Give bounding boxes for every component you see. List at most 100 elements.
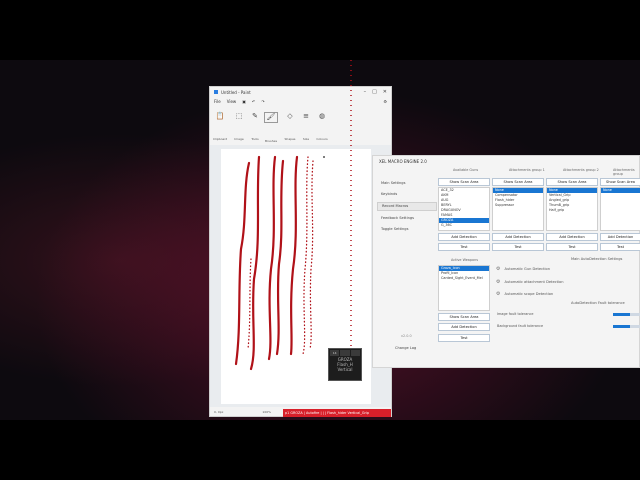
stroke-3 — [267, 155, 277, 361]
image-fault-row: Image fault tolerance — [497, 312, 534, 316]
macro-nav: Main Settings Keybinds Record Macros Fee… — [377, 180, 437, 237]
group1-header: Attachments group 1 — [509, 168, 545, 172]
clipboard-icon: 📋 — [215, 112, 225, 120]
test-button-guns[interactable]: Test — [438, 243, 490, 251]
macro-status-bar: p1 GROZA | Autofire | | | Flash_hider Ve… — [283, 409, 391, 417]
fault-tolerance-header: AutoDetection Fault tolerance — [571, 301, 625, 305]
hud-cells: 14 — [329, 349, 361, 357]
nav-keybinds[interactable]: Keybinds — [377, 191, 437, 198]
add-detection-button-g2[interactable]: Add Detection — [546, 233, 598, 241]
list-item-selected[interactable]: None — [601, 188, 640, 193]
macro-window: XEL MACRO ENGINE 2.0 Main Settings Keybi… — [372, 155, 640, 368]
list-item[interactable]: Half_grip — [547, 208, 597, 213]
main-autodetection-header: Main AutoDetection Settings — [571, 257, 623, 261]
background-fault-row: Background fault tolerance — [497, 324, 544, 328]
background-fault-slider[interactable] — [613, 325, 640, 328]
paint-title: Untitled - Paint — [221, 89, 251, 95]
tool-colours[interactable]: ◍ Colours — [315, 112, 329, 141]
background-fault-fill — [613, 325, 630, 328]
nav-record-macros[interactable]: Record Macros — [377, 202, 437, 211]
add-detection-button-g3[interactable]: Add Detection — [600, 233, 640, 241]
letterbox-top — [0, 0, 640, 60]
nav-main-settings[interactable]: Main Settings — [377, 180, 437, 187]
hud-cell — [350, 350, 360, 356]
paint-app-icon — [214, 90, 218, 94]
add-detection-button-guns[interactable]: Add Detection — [438, 233, 490, 241]
undo-icon[interactable]: ↶ — [252, 99, 255, 104]
tool-size[interactable]: ≡ Size — [299, 112, 313, 141]
add-detection-button-active[interactable]: Add Detection — [438, 323, 490, 331]
version-label: v2.0.0 — [401, 334, 412, 338]
group1-list[interactable]: None Compensator Flash_hider Suppressor — [492, 187, 544, 231]
add-detection-button-g1[interactable]: Add Detection — [492, 233, 544, 241]
hud-grip: Vertical — [337, 367, 353, 372]
tool-tools[interactable]: ✎ Tools — [248, 112, 262, 141]
tool-brushes[interactable]: 🖌 Brushes — [264, 112, 278, 143]
auto-scope-detection-option[interactable]: ⚙ Automatic scope Detection — [496, 289, 553, 299]
save-icon[interactable]: ▣ — [242, 99, 246, 104]
gear-icon: ⚙ — [496, 266, 501, 272]
stroke-2 — [249, 155, 261, 371]
cursor-position: 0, 0px — [214, 410, 224, 414]
image-fault-fill — [613, 313, 630, 316]
hud-cell — [340, 350, 350, 356]
nav-toggle-settings[interactable]: Toggle Settings — [377, 226, 437, 233]
paint-window: Untitled - Paint – □ ✕ File View ▣ ↶ ↷ ⚙… — [209, 86, 392, 417]
dotted-trail — [350, 60, 352, 360]
show-scan-area-button-g2[interactable]: Show Scan Area — [546, 178, 598, 186]
active-weapons-list[interactable]: Groza_Icon Profil_Icon Canted_Sight_Even… — [438, 265, 490, 311]
test-button-active[interactable]: Test — [438, 334, 490, 342]
tool-image[interactable]: ⬚ Image — [232, 112, 246, 141]
available-guns-header: Available Guns — [453, 168, 479, 172]
small-dot — [323, 156, 325, 158]
auto-gun-detection-option[interactable]: ⚙ Automatic Gun Detection — [496, 264, 550, 274]
shapes-icon: ◇ — [287, 112, 293, 120]
image-fault-slider[interactable] — [613, 313, 640, 316]
group3-header: Attachments group — [613, 168, 635, 176]
show-scan-area-button-g1[interactable]: Show Scan Area — [492, 178, 544, 186]
nav-feedback-settings[interactable]: Feedback Settings — [377, 215, 437, 222]
minimize-icon[interactable]: – — [364, 89, 367, 95]
show-scan-area-button-guns[interactable]: Show Scan Area — [438, 178, 490, 186]
change-log-link[interactable]: Change Log — [395, 346, 416, 350]
palette-icon: ◍ — [318, 112, 326, 120]
list-item[interactable]: Canted_Sight_Event_Mel — [439, 276, 489, 281]
tool-clipboard[interactable]: 📋 Clipboard — [213, 112, 227, 141]
group2-header: Attachments group 2 — [563, 168, 599, 172]
stroke-1 — [234, 161, 251, 366]
close-icon[interactable]: ✕ — [383, 89, 387, 95]
hud-overlay: 14 GROZA Flash_H Vertical — [328, 348, 362, 381]
available-guns-list[interactable]: ACE_32 AKM AUG BERYL DRAGUNOV FAMAS GROZ… — [438, 187, 490, 231]
menu-view[interactable]: View — [227, 99, 237, 104]
pencil-icon: ✎ — [252, 112, 258, 120]
paint-titlebar: Untitled - Paint – □ ✕ — [210, 87, 391, 97]
brush-icon: 🖌 — [264, 112, 278, 123]
gear-icon: ⚙ — [496, 291, 501, 297]
paint-ribbon: 📋 Clipboard ⬚ Image ✎ Tools 🖌 Brushes ◇ Shape… — [210, 106, 391, 146]
image-icon: ⬚ — [235, 112, 243, 120]
hud-cell: 14 — [330, 350, 340, 356]
auto-attachment-detection-option[interactable]: ⚙ Automatic attachment Detection — [496, 277, 564, 287]
list-item[interactable]: Suppressor — [493, 203, 543, 208]
stroke-4 — [275, 159, 285, 356]
gear-icon: ⚙ — [496, 279, 501, 285]
test-button-g3[interactable]: Test — [600, 243, 640, 251]
test-button-g2[interactable]: Test — [546, 243, 598, 251]
show-scan-area-button-active[interactable]: Show Scan Area — [438, 313, 490, 321]
maximize-icon[interactable]: □ — [372, 89, 377, 95]
list-item[interactable]: G_36C — [439, 223, 489, 228]
canvas-area — [210, 145, 391, 407]
paint-menubar: File View ▣ ↶ ↷ ⚙ — [210, 97, 391, 106]
settings-icon[interactable]: ⚙ — [383, 99, 391, 104]
dotted-stroke-2 — [302, 156, 309, 355]
group3-list[interactable]: None — [600, 187, 640, 231]
letterbox-bottom — [0, 420, 640, 480]
show-scan-area-button-g3[interactable]: Show Scan Area — [600, 178, 640, 186]
menu-file[interactable]: File — [214, 99, 221, 104]
redo-icon[interactable]: ↷ — [261, 99, 264, 104]
stroke-5 — [289, 155, 299, 356]
dotted-stroke-1 — [247, 258, 252, 350]
group2-list[interactable]: None Vertical_Grip Angled_grip ThumB_gri… — [546, 187, 598, 231]
test-button-g1[interactable]: Test — [492, 243, 544, 251]
tool-shapes[interactable]: ◇ Shapes — [283, 112, 297, 141]
